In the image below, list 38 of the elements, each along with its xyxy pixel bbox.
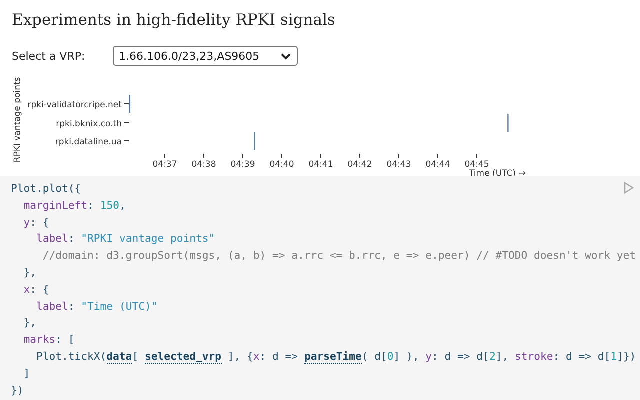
tick-mark [254, 132, 256, 150]
select-label: Select a VRP: [12, 50, 86, 62]
x-tick-label: 04:45 [464, 160, 490, 170]
code-line: label: "Time (UTC)" [36, 300, 158, 315]
code-line: Plot.plot({ [11, 182, 82, 197]
x-tick-label: 04:40 [270, 160, 294, 170]
x-tick-label: 04:41 [308, 160, 334, 170]
y-tick-label: rpki-validatorcripe.net [28, 100, 122, 110]
x-tick-label: 04:38 [192, 160, 216, 170]
y-tick-label: rpki.dataline.ua [55, 138, 122, 148]
tick-mark [129, 95, 130, 113]
cell-reference-link[interactable]: selected_vrp [144, 350, 222, 364]
cell-reference-link[interactable]: parseTime [304, 350, 362, 364]
tick-mark [508, 114, 509, 132]
x-tick-label: 04:39 [230, 160, 256, 170]
y-tick-label: rpki.bknix.co.th [56, 120, 122, 130]
code-line: y: { [22, 216, 50, 231]
caret-icon [281, 52, 291, 60]
code-line: marks: [ [22, 333, 75, 348]
x-tick-label: 04:43 [386, 160, 412, 170]
cell-reference-link[interactable]: data [106, 350, 132, 364]
page-title: Experiments in high-fidelity RPKI signals [11, 10, 336, 29]
code-line: }, [22, 316, 37, 332]
vrp-select[interactable]: 1.66.106.0/23,23,AS9605 [113, 46, 298, 66]
run-icon[interactable] [624, 182, 634, 194]
y-axis-label: RPKI vantage points [13, 77, 23, 163]
x-tick-label: 04:37 [152, 160, 178, 170]
code-line: }, [22, 266, 37, 281]
x-axis-label: Time (UTC) → [469, 169, 526, 179]
code-line: marginLeft: 150, [22, 198, 126, 214]
code-line: //domain: d3.groupSort(msgs, (a, b) => a.rrc <= b.rrc, e => e.peer) // #TODO doesn't work yet [42, 249, 636, 264]
code-line: label: "RPKI vantage points" [36, 232, 216, 248]
code-line: ] [22, 366, 30, 382]
code-line: }) [11, 384, 24, 399]
code-line: Plot.tickX(data[ selected_vrp ], {x: d => parseTime( d[0] ), y: d => d[2], stroke: d => d[1]}) [36, 350, 636, 366]
x-tick-label: 04:42 [348, 160, 372, 170]
x-tick-label: 04:44 [426, 160, 450, 170]
code-line: x: { [22, 282, 50, 298]
